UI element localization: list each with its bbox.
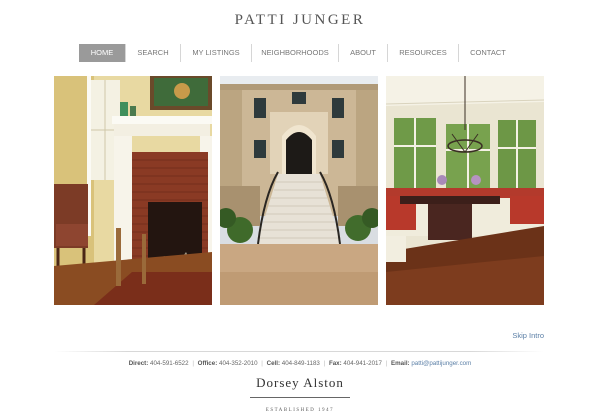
direct-phone: 404-591-6522 [150, 360, 189, 367]
nav-resources[interactable]: RESOURCES [388, 44, 459, 62]
skip-intro-link[interactable]: Skip Intro [512, 331, 544, 340]
nav-home[interactable]: HOME [79, 44, 126, 62]
main-nav: HOME SEARCH MY LISTINGS NEIGHBORHOODS AB… [79, 44, 517, 62]
brokerage-tagline: ESTABLISHED 1947 [265, 408, 335, 413]
footer-divider [54, 351, 544, 352]
office-label: Office: [197, 360, 218, 367]
fax-label: Fax: [328, 360, 342, 367]
fireplace-interior-photo [54, 76, 212, 305]
stone-villa-exterior-photo [220, 76, 378, 305]
brokerage-name: Dorsey Alston [256, 375, 344, 390]
site-title[interactable]: PATTI JUNGER [0, 12, 600, 29]
nav-my-listings[interactable]: MY LISTINGS [181, 44, 252, 62]
email-link[interactable]: patti@pattijunger.com [411, 360, 471, 367]
office-phone: 404-352-2010 [219, 360, 258, 367]
direct-label: Direct: [128, 360, 149, 367]
cell-label: Cell: [266, 360, 281, 367]
contact-info: Direct: 404-591-6522 | Office: 404-352-2… [0, 360, 600, 367]
nav-contact[interactable]: CONTACT [459, 44, 517, 62]
logo-rule [250, 397, 350, 399]
nav-about[interactable]: ABOUT [339, 44, 388, 62]
cell-phone: 404-849-1183 [281, 360, 320, 367]
nav-search[interactable]: SEARCH [126, 44, 181, 62]
separator: | [323, 360, 326, 367]
separator: | [385, 360, 388, 367]
breakfast-nook-photo [386, 76, 544, 305]
separator: | [192, 360, 194, 367]
nav-neighborhoods[interactable]: NEIGHBORHOODS [252, 44, 339, 62]
fax-number: 404-941-2017 [343, 360, 382, 367]
logo-rule-wrap [0, 389, 600, 407]
email-label: Email: [391, 360, 410, 367]
dorsey-alston-logo[interactable]: Dorsey Alston ESTABLISHED 1947 [0, 376, 600, 413]
separator: | [261, 360, 263, 367]
